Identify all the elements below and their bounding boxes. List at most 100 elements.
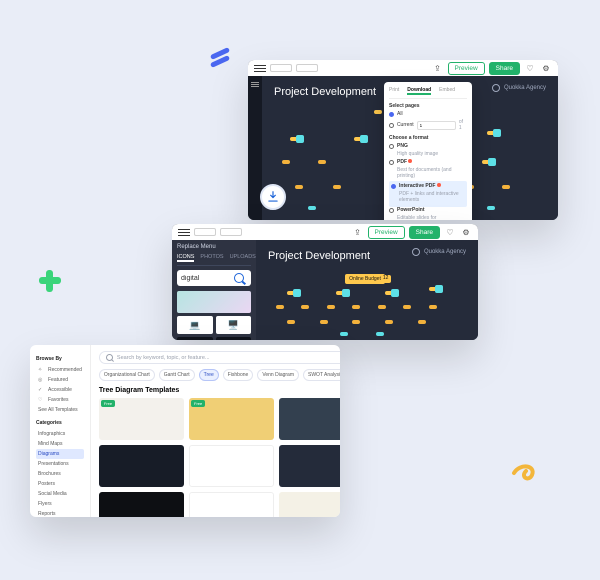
- tab-photos[interactable]: PHOTOS: [200, 254, 223, 262]
- format-interactive-pdf[interactable]: Interactive PDF PDF + links and interact…: [389, 181, 467, 207]
- flow-node[interactable]: [352, 320, 360, 324]
- flow-node[interactable]: [429, 287, 437, 291]
- search-icon[interactable]: [234, 273, 244, 283]
- gear-icon[interactable]: ⚙: [540, 62, 552, 74]
- flow-node[interactable]: [320, 320, 328, 324]
- pages-all-row[interactable]: All: [389, 111, 467, 117]
- chip-org[interactable]: Organizational Chart: [99, 369, 155, 381]
- chip-venn[interactable]: Venn Diagram: [257, 369, 299, 381]
- flow-node[interactable]: [340, 332, 348, 336]
- tab-embed[interactable]: Embed: [439, 87, 455, 95]
- pages-current-row[interactable]: Current of 1: [389, 119, 467, 131]
- sidebar-cat-mindmaps[interactable]: Mind Maps: [36, 439, 84, 449]
- format-ppt[interactable]: PowerPoint: [389, 207, 467, 213]
- flow-node[interactable]: [287, 320, 295, 324]
- share-icon[interactable]: ⇪: [352, 226, 364, 238]
- format-pdf[interactable]: PDF: [389, 159, 467, 165]
- flow-node[interactable]: [482, 160, 490, 164]
- browser-search[interactable]: Search by keyword, topic, or feature...: [99, 351, 340, 364]
- flow-node[interactable]: [333, 185, 341, 189]
- sidebar-item-seeall[interactable]: See All Templates: [36, 405, 84, 415]
- flow-node[interactable]: [295, 185, 303, 189]
- sidebar-cat-presentations[interactable]: Presentations: [36, 459, 84, 469]
- page-picker[interactable]: [417, 121, 456, 130]
- panel-search[interactable]: [177, 270, 251, 286]
- tab-uploads[interactable]: UPLOADS: [230, 254, 256, 262]
- template-card[interactable]: Free: [189, 398, 274, 440]
- sidebar-cat-infographics[interactable]: Infographics: [36, 429, 84, 439]
- flow-node[interactable]: [290, 137, 298, 141]
- flow-node[interactable]: [502, 185, 510, 189]
- sidebar-cat-reports[interactable]: Reports: [36, 509, 84, 517]
- flow-node[interactable]: [403, 305, 411, 309]
- result-thumb[interactable]: 💻: [177, 337, 213, 340]
- tab-print[interactable]: Print: [389, 87, 399, 95]
- template-card[interactable]: [189, 445, 274, 487]
- menu-icon[interactable]: [254, 65, 266, 72]
- flow-node[interactable]: [385, 320, 393, 324]
- bell-icon[interactable]: ♡: [524, 62, 536, 74]
- flow-node[interactable]: [385, 291, 393, 295]
- title-placeholder[interactable]: [270, 64, 292, 72]
- editor-canvas[interactable]: Project Development Quokka Agency Online…: [256, 240, 478, 340]
- sidebar-item-recommended[interactable]: ✧Recommended: [36, 365, 84, 375]
- template-card[interactable]: [99, 492, 184, 517]
- preview-button[interactable]: Preview: [368, 226, 405, 239]
- chip-gantt[interactable]: Gantt Chart: [159, 369, 195, 381]
- panel-search-input[interactable]: [181, 275, 231, 282]
- share-icon[interactable]: ⇪: [432, 62, 444, 74]
- bell-icon[interactable]: ♡: [444, 226, 456, 238]
- flow-node[interactable]: [336, 291, 344, 295]
- flow-node[interactable]: [282, 160, 290, 164]
- strip-menu-icon[interactable]: [251, 82, 259, 87]
- template-card[interactable]: Free: [99, 398, 184, 440]
- sidebar-item-accessible[interactable]: ✓Accessible: [36, 385, 84, 395]
- preview-button[interactable]: Preview: [448, 62, 485, 75]
- title-placeholder[interactable]: [194, 228, 216, 236]
- flow-node[interactable]: [378, 305, 386, 309]
- title-placeholder-2[interactable]: [296, 64, 318, 72]
- result-thumb[interactable]: 🖥️: [216, 316, 252, 334]
- template-card[interactable]: [279, 492, 340, 517]
- result-thumb[interactable]: ▭: [216, 337, 252, 340]
- sidebar-item-featured[interactable]: ◎Featured: [36, 375, 84, 385]
- share-button[interactable]: Share: [489, 62, 520, 75]
- template-card[interactable]: [279, 445, 340, 487]
- sidebar-cat-social[interactable]: Social Media: [36, 489, 84, 499]
- flow-node[interactable]: [327, 305, 335, 309]
- sidebar-cat-posters[interactable]: Posters: [36, 479, 84, 489]
- share-button[interactable]: Share: [409, 226, 440, 239]
- result-thumb[interactable]: [177, 291, 251, 313]
- page-input[interactable]: [420, 123, 444, 128]
- gear-icon[interactable]: ⚙: [460, 226, 472, 238]
- flow-node[interactable]: [487, 206, 495, 210]
- tab-icons[interactable]: ICONS: [177, 254, 194, 262]
- flow-node[interactable]: [418, 320, 426, 324]
- flow-node[interactable]: [354, 137, 362, 141]
- tab-download[interactable]: Download: [407, 87, 431, 95]
- flow-node[interactable]: [276, 305, 284, 309]
- sidebar-cat-flyers[interactable]: Flyers: [36, 499, 84, 509]
- chip-swot[interactable]: SWOT Analysis: [303, 369, 340, 381]
- flow-node-root[interactable]: Online Budget12: [345, 274, 385, 284]
- flow-node[interactable]: [301, 305, 309, 309]
- menu-icon[interactable]: [178, 229, 190, 236]
- flow-node[interactable]: [308, 206, 316, 210]
- flow-node[interactable]: [352, 305, 360, 309]
- sidebar-cat-diagrams[interactable]: Diagrams: [36, 449, 84, 459]
- flow-node[interactable]: [318, 160, 326, 164]
- chip-fishbone[interactable]: Fishbone: [223, 369, 254, 381]
- sidebar-item-favorites[interactable]: ♡Favorites: [36, 395, 84, 405]
- sidebar-cat-brochures[interactable]: Brochures: [36, 469, 84, 479]
- template-card[interactable]: [279, 398, 340, 440]
- title-placeholder-2[interactable]: [220, 228, 242, 236]
- format-png[interactable]: PNG: [389, 143, 467, 149]
- flow-node[interactable]: [487, 131, 495, 135]
- flow-node[interactable]: [287, 291, 295, 295]
- flow-node[interactable]: [376, 332, 384, 336]
- template-card[interactable]: [189, 492, 274, 517]
- flow-node[interactable]: [374, 110, 382, 114]
- template-card[interactable]: [99, 445, 184, 487]
- flow-node[interactable]: [429, 305, 437, 309]
- result-thumb[interactable]: 💻: [177, 316, 213, 334]
